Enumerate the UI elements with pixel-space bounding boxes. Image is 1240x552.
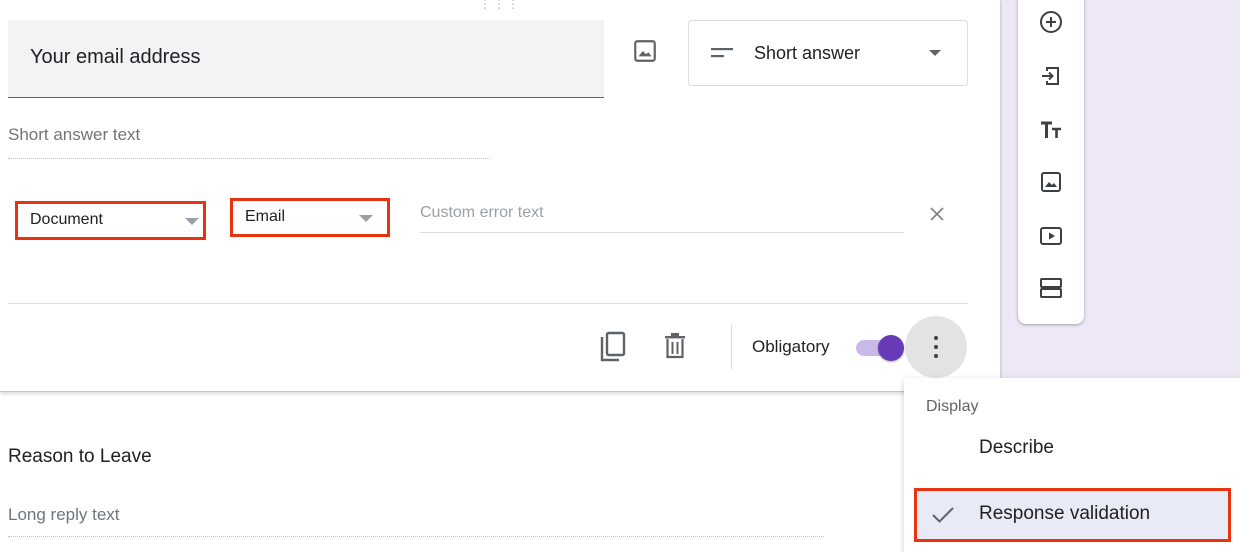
- menu-item-label: Response validation: [979, 503, 1151, 524]
- add-question-icon[interactable]: [1039, 10, 1063, 34]
- question-2-title[interactable]: Reason to Leave: [8, 446, 152, 468]
- required-label: Obligatory: [752, 337, 830, 356]
- question-title-text: Your email address: [30, 46, 201, 68]
- add-title-icon[interactable]: [1039, 118, 1063, 142]
- answer-placeholder: Short answer text: [8, 125, 490, 159]
- validation-category-value: Document: [30, 211, 103, 228]
- short-answer-icon: [711, 48, 733, 58]
- more-options-button[interactable]: [905, 316, 967, 378]
- form-editor: ⋮⋮⋮ Your email address Short answer Shor…: [0, 0, 1240, 552]
- menu-item-describe[interactable]: Describe: [904, 422, 1240, 476]
- more-options-menu: Display Describe Response validation: [904, 378, 1240, 552]
- add-image-icon[interactable]: [632, 38, 658, 64]
- menu-item-response-validation[interactable]: Response validation: [914, 488, 1231, 542]
- menu-heading: Display: [926, 398, 979, 415]
- question-card[interactable]: ⋮⋮⋮ Your email address Short answer Shor…: [0, 0, 1000, 392]
- duplicate-icon[interactable]: [598, 331, 626, 363]
- dropdown-arrow-icon: [185, 218, 199, 225]
- custom-error-input[interactable]: Custom error text: [420, 195, 904, 233]
- validation-category-select[interactable]: Document: [15, 201, 206, 240]
- question-type-select[interactable]: Short answer: [688, 20, 968, 86]
- import-questions-icon[interactable]: [1039, 64, 1063, 88]
- add-image-icon[interactable]: [1039, 170, 1063, 194]
- menu-item-label: Describe: [979, 437, 1054, 458]
- chevron-down-icon: [929, 50, 941, 56]
- toggle-thumb: [878, 335, 904, 361]
- side-toolbar: [1018, 0, 1084, 324]
- validation-rule-select[interactable]: Email: [230, 198, 390, 237]
- footer-vertical-divider: [731, 325, 732, 369]
- dropdown-arrow-icon: [359, 215, 373, 222]
- response-validation-row: Document Email Custom error text: [0, 195, 1000, 245]
- add-section-icon[interactable]: [1039, 276, 1063, 300]
- question-title-field[interactable]: Your email address: [8, 20, 604, 98]
- footer-divider: [8, 303, 968, 304]
- required-toggle[interactable]: [856, 335, 906, 361]
- question-2-answer-placeholder: Long reply text: [8, 505, 824, 537]
- checkmark-icon: [932, 507, 954, 523]
- drag-handle-icon[interactable]: ⋮⋮⋮: [479, 0, 519, 10]
- add-video-icon[interactable]: [1039, 224, 1063, 248]
- validation-rule-value: Email: [245, 208, 286, 225]
- more-vert-icon: [934, 336, 938, 358]
- delete-icon[interactable]: [664, 333, 686, 359]
- question-type-label: Short answer: [754, 43, 861, 63]
- close-icon[interactable]: [928, 205, 946, 223]
